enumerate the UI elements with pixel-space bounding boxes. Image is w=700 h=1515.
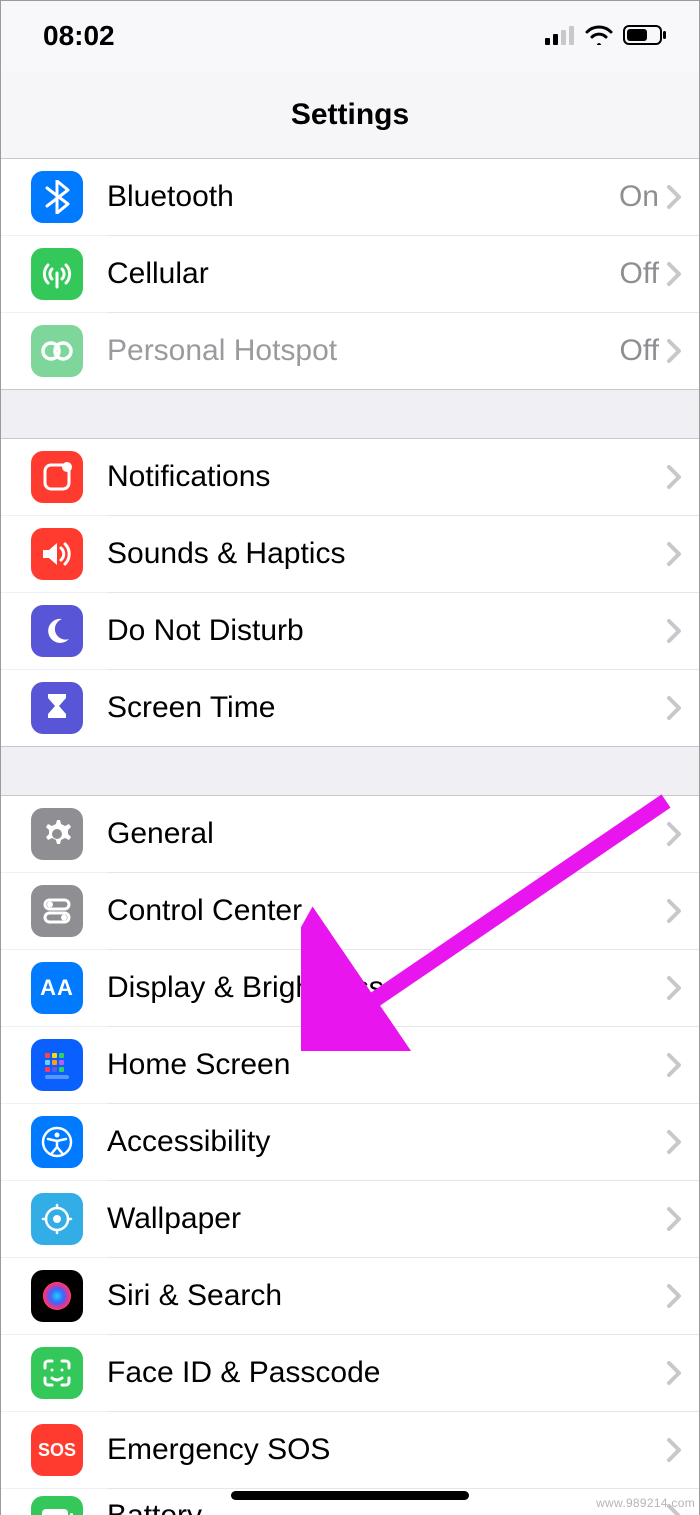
status-time: 08:02 bbox=[43, 20, 115, 52]
cellular-signal-icon bbox=[545, 20, 575, 52]
chevron-right-icon bbox=[667, 339, 681, 363]
status-bar: 08:02 bbox=[1, 1, 699, 71]
row-emergency-sos[interactable]: SOS Emergency SOS bbox=[1, 1412, 699, 1488]
chevron-right-icon bbox=[667, 1361, 681, 1385]
row-notifications[interactable]: Notifications bbox=[1, 439, 699, 515]
row-label: Emergency SOS bbox=[107, 1433, 667, 1467]
home-screen-icon bbox=[31, 1039, 83, 1091]
moon-icon bbox=[31, 605, 83, 657]
row-personal-hotspot[interactable]: Personal Hotspot Off bbox=[1, 313, 699, 389]
row-label: Wallpaper bbox=[107, 1202, 667, 1236]
chevron-right-icon bbox=[667, 1130, 681, 1154]
bluetooth-icon bbox=[31, 171, 83, 223]
section-separator bbox=[1, 746, 699, 796]
row-label: Siri & Search bbox=[107, 1279, 667, 1313]
chevron-right-icon bbox=[667, 1053, 681, 1077]
notifications-icon bbox=[31, 451, 83, 503]
control-center-icon bbox=[31, 885, 83, 937]
row-label: General bbox=[107, 817, 667, 851]
section-separator bbox=[1, 389, 699, 439]
wallpaper-icon bbox=[31, 1193, 83, 1245]
row-general[interactable]: General bbox=[1, 796, 699, 872]
row-wallpaper[interactable]: Wallpaper bbox=[1, 1181, 699, 1257]
row-value: On bbox=[619, 180, 659, 214]
row-label: Home Screen bbox=[107, 1048, 667, 1082]
row-sounds-haptics[interactable]: Sounds & Haptics bbox=[1, 516, 699, 592]
row-label: Control Center bbox=[107, 894, 667, 928]
row-home-screen[interactable]: Home Screen bbox=[1, 1027, 699, 1103]
gear-icon bbox=[31, 808, 83, 860]
row-cellular[interactable]: Cellular Off bbox=[1, 236, 699, 312]
row-label: Accessibility bbox=[107, 1125, 667, 1159]
row-label: Notifications bbox=[107, 460, 667, 494]
watermark: www.989214.com bbox=[596, 1496, 695, 1510]
row-label: Sounds & Haptics bbox=[107, 537, 667, 571]
chevron-right-icon bbox=[667, 899, 681, 923]
chevron-right-icon bbox=[667, 619, 681, 643]
hourglass-icon bbox=[31, 682, 83, 734]
cellular-icon bbox=[31, 248, 83, 300]
chevron-right-icon bbox=[667, 1284, 681, 1308]
row-bluetooth[interactable]: Bluetooth On bbox=[1, 159, 699, 235]
row-label: Do Not Disturb bbox=[107, 614, 667, 648]
accessibility-icon bbox=[31, 1116, 83, 1168]
chevron-right-icon bbox=[667, 1438, 681, 1462]
battery-icon bbox=[623, 20, 667, 52]
chevron-right-icon bbox=[667, 542, 681, 566]
sounds-icon bbox=[31, 528, 83, 580]
sos-icon: SOS bbox=[31, 1424, 83, 1476]
siri-icon bbox=[31, 1270, 83, 1322]
row-siri-search[interactable]: Siri & Search bbox=[1, 1258, 699, 1334]
row-label: Display & Brightness bbox=[107, 971, 667, 1005]
row-face-id-passcode[interactable]: Face ID & Passcode bbox=[1, 1335, 699, 1411]
row-control-center[interactable]: Control Center bbox=[1, 873, 699, 949]
wifi-icon bbox=[585, 20, 613, 52]
row-display-brightness[interactable]: AA Display & Brightness bbox=[1, 950, 699, 1026]
row-label: Bluetooth bbox=[107, 180, 619, 214]
battery-settings-icon bbox=[31, 1496, 83, 1515]
chevron-right-icon bbox=[667, 696, 681, 720]
row-do-not-disturb[interactable]: Do Not Disturb bbox=[1, 593, 699, 669]
chevron-right-icon bbox=[667, 465, 681, 489]
row-label: Battery bbox=[107, 1499, 667, 1515]
page-title: Settings bbox=[1, 71, 699, 159]
chevron-right-icon bbox=[667, 822, 681, 846]
home-indicator[interactable] bbox=[231, 1491, 469, 1500]
row-label: Face ID & Passcode bbox=[107, 1356, 667, 1390]
status-indicators bbox=[545, 20, 667, 52]
row-label: Screen Time bbox=[107, 691, 667, 725]
chevron-right-icon bbox=[667, 976, 681, 1000]
display-brightness-icon: AA bbox=[31, 962, 83, 1014]
chevron-right-icon bbox=[667, 262, 681, 286]
row-value: Off bbox=[620, 257, 659, 291]
row-accessibility[interactable]: Accessibility bbox=[1, 1104, 699, 1180]
row-label: Personal Hotspot bbox=[107, 334, 620, 368]
face-id-icon bbox=[31, 1347, 83, 1399]
chevron-right-icon bbox=[667, 185, 681, 209]
hotspot-icon bbox=[31, 325, 83, 377]
chevron-right-icon bbox=[667, 1207, 681, 1231]
row-label: Cellular bbox=[107, 257, 620, 291]
row-value: Off bbox=[620, 334, 659, 368]
row-screen-time[interactable]: Screen Time bbox=[1, 670, 699, 746]
